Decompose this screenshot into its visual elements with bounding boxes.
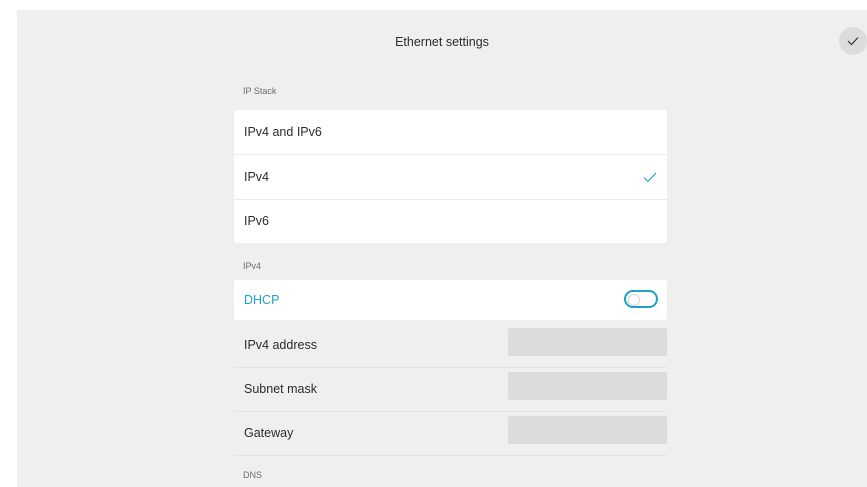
option-label: IPv4 and IPv6 xyxy=(244,125,322,139)
option-label: IPv4 xyxy=(244,170,270,184)
ip-stack-option-ipv4[interactable]: IPv4 xyxy=(234,155,667,199)
ipv4-address-row: IPv4 address xyxy=(234,324,667,368)
gateway-label: Gateway xyxy=(244,426,294,440)
ip-stack-option-ipv4-and-ipv6[interactable]: IPv4 and IPv6 xyxy=(234,110,667,154)
ipv4-address-input[interactable] xyxy=(508,328,667,356)
settings-panel: Ethernet settings IP Stack IPv4 and IPv6… xyxy=(17,10,867,487)
ipv4-address-label: IPv4 address xyxy=(244,338,317,352)
dhcp-label: DHCP xyxy=(244,293,280,307)
section-label-ipv4: IPv4 xyxy=(243,261,262,271)
subnet-mask-input[interactable] xyxy=(508,372,667,400)
section-label-ip-stack: IP Stack xyxy=(243,86,277,96)
toggle-knob xyxy=(628,294,640,306)
divider xyxy=(234,455,667,456)
dhcp-toggle[interactable] xyxy=(624,290,658,308)
subnet-mask-row: Subnet mask xyxy=(234,368,667,412)
option-label: IPv6 xyxy=(244,214,270,228)
gateway-input[interactable] xyxy=(508,416,667,444)
gateway-row: Gateway xyxy=(234,412,667,456)
page-title: Ethernet settings xyxy=(395,35,489,49)
selected-checkmark-icon xyxy=(643,172,657,183)
ip-stack-list: IPv4 and IPv6 IPv4 IPv6 xyxy=(234,110,667,243)
section-label-dns: DNS xyxy=(243,470,263,480)
subnet-mask-label: Subnet mask xyxy=(244,382,317,396)
checkmark-icon xyxy=(847,37,859,46)
dhcp-row[interactable]: DHCP xyxy=(234,280,667,320)
confirm-button[interactable] xyxy=(839,27,867,55)
ip-stack-option-ipv6[interactable]: IPv6 xyxy=(234,199,667,243)
